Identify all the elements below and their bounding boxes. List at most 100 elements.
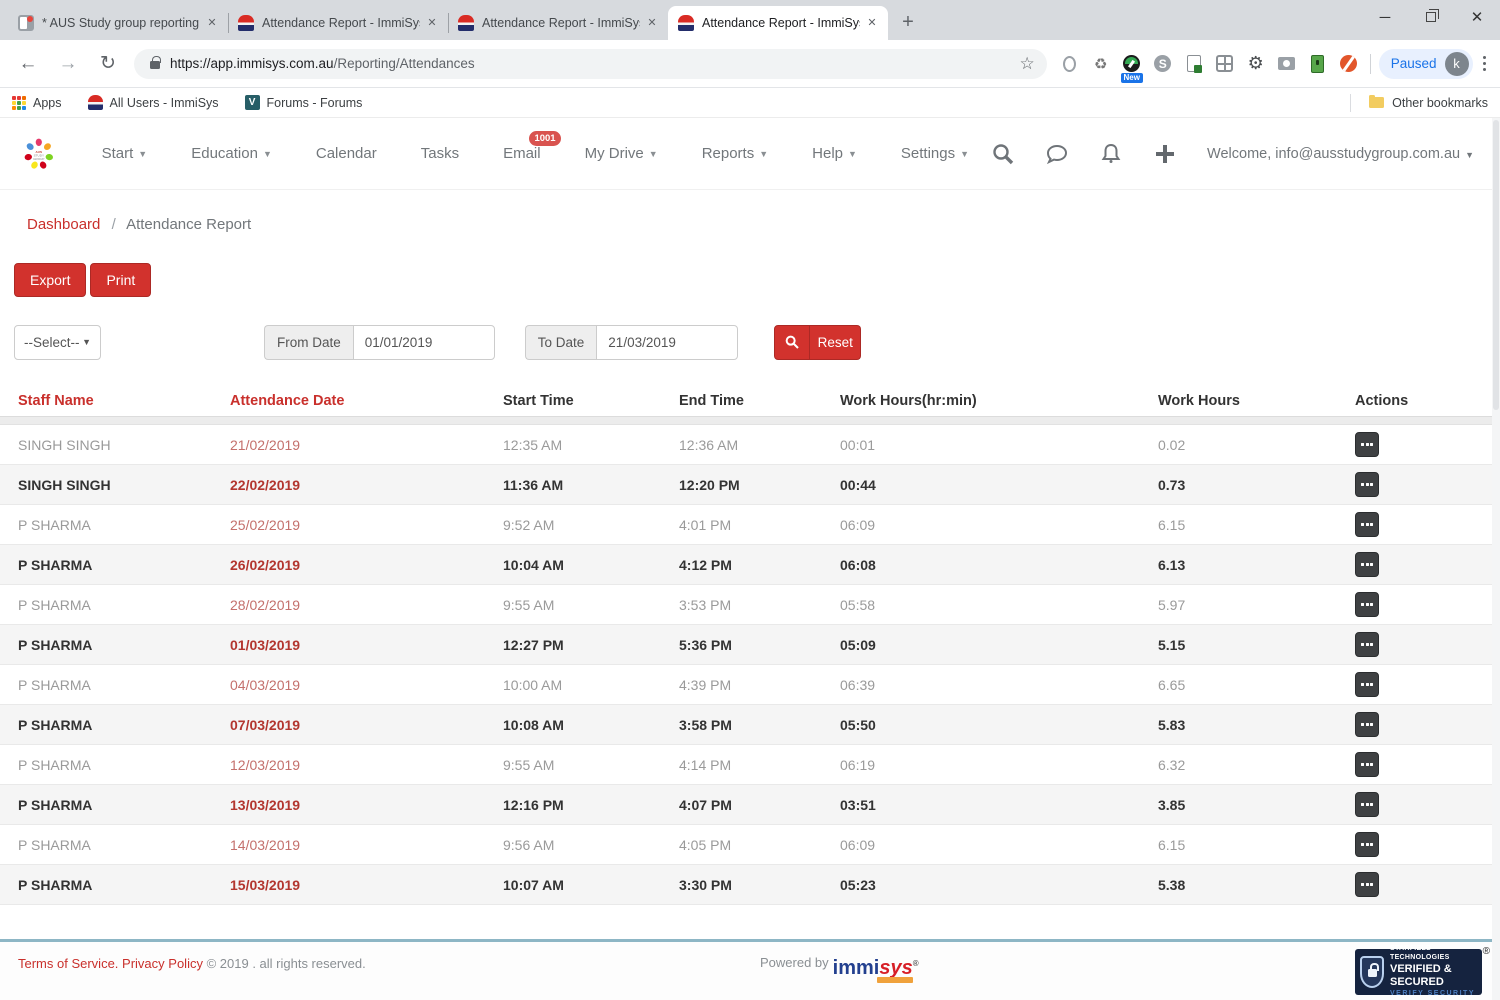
print-button[interactable]: Print [90, 263, 151, 297]
forward-icon[interactable]: → [52, 48, 84, 80]
shield-lock-icon [1360, 956, 1384, 988]
row-actions-button[interactable] [1355, 712, 1379, 737]
skype-extension-icon[interactable]: S [1152, 53, 1174, 75]
attendance-date-link[interactable]: 07/03/2019 [230, 717, 503, 733]
row-actions-button[interactable] [1355, 672, 1379, 697]
lock-icon[interactable] [150, 61, 160, 69]
row-actions-button[interactable] [1355, 472, 1379, 497]
row-actions-button[interactable] [1355, 432, 1379, 457]
search-icon[interactable] [991, 142, 1015, 166]
menu-item-calendar[interactable]: Calendar [294, 145, 399, 162]
attendance-date-link[interactable]: 21/02/2019 [230, 437, 503, 453]
menu-item-email[interactable]: Email1001 [481, 145, 563, 162]
header-staff-name[interactable]: Staff Name [18, 393, 230, 409]
url-text[interactable]: https://app.immisys.com.au/Reporting/Att… [170, 56, 475, 71]
close-button[interactable]: ✕ [1454, 0, 1500, 34]
row-actions-button[interactable] [1355, 592, 1379, 617]
reload-icon[interactable]: ↻ [92, 48, 124, 80]
table-row: P SHARMA 04/03/2019 10:00 AM 4:39 PM 06:… [0, 665, 1500, 705]
browser-window: * AUS Study group reporting tha ✕ Attend… [0, 0, 1500, 1000]
header-attendance-date[interactable]: Attendance Date [230, 393, 503, 409]
row-actions-button[interactable] [1355, 752, 1379, 777]
tab-close-icon[interactable]: ✕ [864, 15, 880, 31]
menu-item-tasks[interactable]: Tasks [399, 145, 481, 162]
scrollbar-thumb[interactable] [1493, 120, 1499, 410]
menu-item-settings[interactable]: Settings▼ [879, 145, 991, 162]
attendance-date-link[interactable]: 01/03/2019 [230, 637, 503, 653]
restore-button[interactable] [1408, 0, 1454, 34]
attendance-date-link[interactable]: 22/02/2019 [230, 477, 503, 493]
browser-tab-recording[interactable]: * AUS Study group reporting tha ✕ [8, 6, 228, 40]
bookmark-forums[interactable]: V Forums - Forums [245, 95, 363, 110]
menu-item-help[interactable]: Help▼ [790, 145, 879, 162]
document-extension-icon[interactable] [1183, 53, 1205, 75]
verified-secured-seal[interactable]: STARFIELD TECHNOLOGIES VERIFIED & SECURE… [1355, 949, 1482, 995]
attendance-date-link[interactable]: 26/02/2019 [230, 557, 503, 573]
export-button[interactable]: Export [14, 263, 86, 297]
gear-extension-icon[interactable]: ⚙ [1245, 53, 1267, 75]
scrollbar[interactable] [1492, 118, 1500, 1000]
row-actions-button[interactable] [1355, 512, 1379, 537]
extensions-row: ♻ New S ⚙ [1059, 53, 1360, 75]
browser-tab-attendance-2[interactable]: Attendance Report - ImmiSys ✕ [448, 6, 668, 40]
menu-item-my-drive[interactable]: My Drive▼ [563, 145, 680, 162]
bookmark-star-icon[interactable]: ☆ [1019, 54, 1034, 74]
profile-avatar[interactable]: k [1445, 52, 1469, 76]
row-actions-button[interactable] [1355, 632, 1379, 657]
aus-study-group-logo[interactable]: AUS STUDY GROUP [24, 128, 54, 180]
tab-close-icon[interactable]: ✕ [644, 15, 660, 31]
row-actions-button[interactable] [1355, 792, 1379, 817]
staff-select[interactable]: --Select-- ▼ [14, 325, 101, 360]
row-actions-button[interactable] [1355, 832, 1379, 857]
pluckeye-extension-icon[interactable] [1338, 53, 1360, 75]
attendance-date-link[interactable]: 28/02/2019 [230, 597, 503, 613]
to-date-input[interactable] [596, 325, 738, 360]
row-actions-button[interactable] [1355, 872, 1379, 897]
speedtest-extension-icon[interactable]: New [1121, 53, 1143, 75]
sync-paused-button[interactable]: Paused k [1379, 49, 1473, 79]
bookmark-all-users[interactable]: All Users - ImmiSys [88, 95, 219, 110]
chat-icon[interactable] [1045, 142, 1069, 166]
attendance-date-link[interactable]: 15/03/2019 [230, 877, 503, 893]
oval-extension-icon[interactable] [1059, 53, 1081, 75]
tab-close-icon[interactable]: ✕ [424, 15, 440, 31]
end-time-cell: 4:12 PM [679, 557, 840, 573]
terms-of-service-link[interactable]: Terms of Service. [18, 956, 118, 971]
grid-extension-icon[interactable] [1214, 53, 1236, 75]
attendance-date-link[interactable]: 14/03/2019 [230, 837, 503, 853]
reset-button[interactable]: Reset [810, 325, 861, 360]
attendance-date-link[interactable]: 12/03/2019 [230, 757, 503, 773]
search-button[interactable] [774, 325, 810, 360]
browser-tab-attendance-1[interactable]: Attendance Report - ImmiSys ✕ [228, 6, 448, 40]
seal-verify-link[interactable]: VERIFY SECURITY [1390, 990, 1476, 999]
add-icon[interactable] [1153, 142, 1177, 166]
camera-extension-icon[interactable] [1276, 53, 1298, 75]
address-bar[interactable]: https://app.immisys.com.au/Reporting/Att… [134, 49, 1047, 79]
phone-extension-icon[interactable] [1307, 53, 1329, 75]
end-time-cell: 12:36 AM [679, 437, 840, 453]
attendance-date-link[interactable]: 25/02/2019 [230, 517, 503, 533]
new-tab-button[interactable]: + [894, 8, 922, 36]
from-date-input[interactable] [353, 325, 495, 360]
back-icon[interactable]: ← [12, 48, 44, 80]
tab-close-icon[interactable]: ✕ [204, 15, 220, 31]
attendance-date-link[interactable]: 13/03/2019 [230, 797, 503, 813]
menu-item-education[interactable]: Education▼ [169, 145, 294, 162]
end-time-cell: 3:53 PM [679, 597, 840, 613]
bell-icon[interactable] [1099, 142, 1123, 166]
row-actions-button[interactable] [1355, 552, 1379, 577]
menu-item-reports[interactable]: Reports▼ [680, 145, 790, 162]
other-bookmarks-button[interactable]: Other bookmarks [1350, 94, 1488, 112]
breadcrumb-dashboard-link[interactable]: Dashboard [27, 216, 100, 233]
browser-tab-attendance-active[interactable]: Attendance Report - ImmiSys ✕ [668, 6, 888, 40]
browser-menu-icon[interactable] [1483, 56, 1487, 72]
attendance-date-link[interactable]: 04/03/2019 [230, 677, 503, 693]
minimize-button[interactable]: ─ [1362, 0, 1408, 34]
user-menu[interactable]: Welcome, info@ausstudygroup.com.au▼ [1207, 146, 1474, 162]
recycle-extension-icon[interactable]: ♻ [1090, 53, 1112, 75]
privacy-policy-link[interactable]: Privacy Policy [122, 956, 203, 971]
apps-shortcut[interactable]: Apps [12, 96, 62, 110]
menu-item-start[interactable]: Start▼ [80, 145, 170, 162]
table-body: SINGH SINGH 21/02/2019 12:35 AM 12:36 AM… [0, 425, 1500, 905]
immisys-logo[interactable]: immisys® [833, 955, 919, 977]
